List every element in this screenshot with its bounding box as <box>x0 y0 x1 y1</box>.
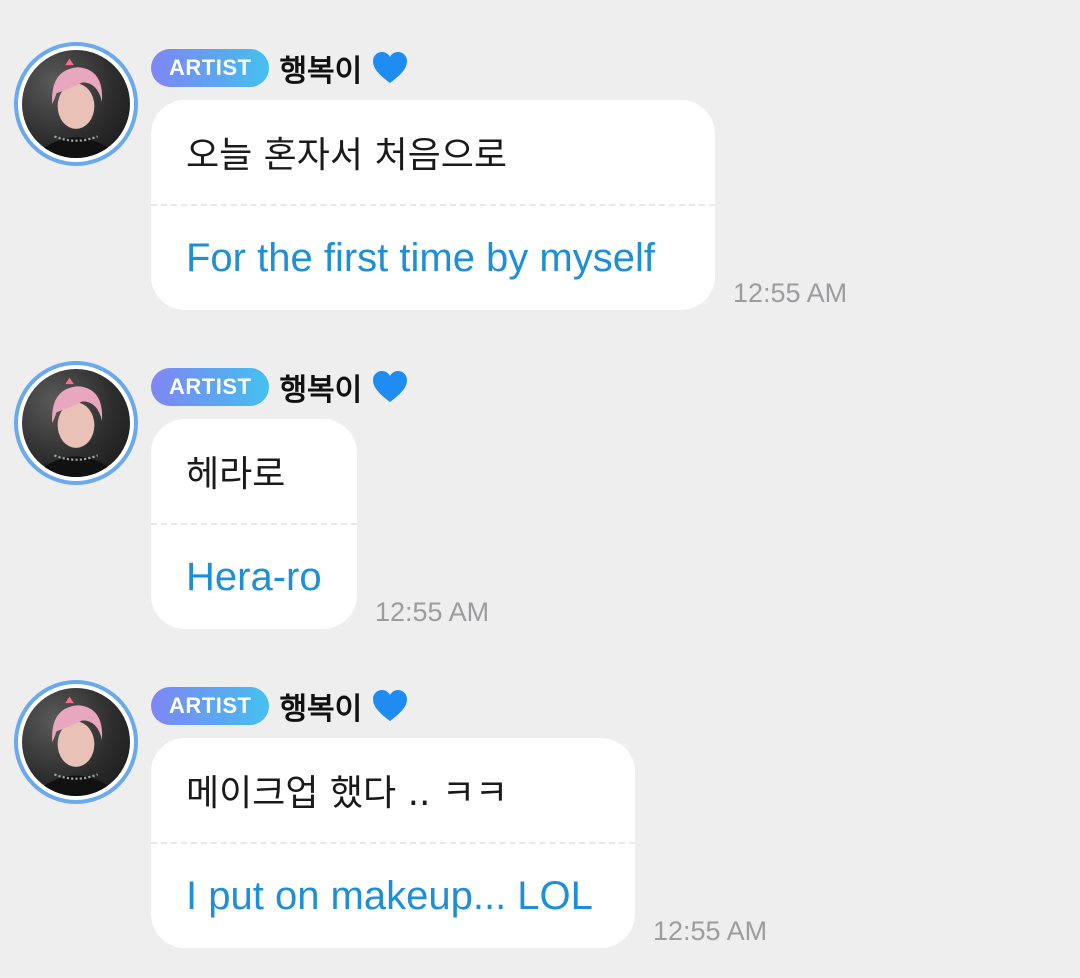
original-text: 메이크업 했다 .. ㅋㅋ <box>186 773 509 814</box>
timestamp: 12:55 AM <box>733 278 848 308</box>
message-bubble[interactable]: 메이크업 했다 .. ㅋㅋ I put on makeup... LOL <box>151 738 635 948</box>
chat-message: ARTIST 행복이 메이크업 했다 .. ㅋㅋ I put on makeup… <box>0 680 1080 950</box>
blue-heart-icon <box>373 690 408 721</box>
message-bubble[interactable]: 오늘 혼자서 처음으로 For the first time by myself <box>151 100 715 310</box>
message-header: ARTIST 행복이 <box>151 684 410 728</box>
avatar[interactable] <box>14 680 138 804</box>
timestamp: 12:55 AM <box>653 916 768 946</box>
original-text: 헤라로 <box>186 454 286 495</box>
artist-badge: ARTIST <box>151 49 270 87</box>
profile-photo <box>22 369 130 477</box>
timestamp: 12:55 AM <box>375 597 490 627</box>
sender-name[interactable]: 행복이 <box>279 684 362 728</box>
profile-photo <box>22 688 130 796</box>
translated-text: I put on makeup... LOL <box>186 873 593 918</box>
original-text: 오늘 혼자서 처음으로 <box>186 135 507 176</box>
avatar[interactable] <box>14 361 138 485</box>
message-header: ARTIST 행복이 <box>151 365 410 409</box>
sender-name[interactable]: 행복이 <box>279 46 362 90</box>
avatar[interactable] <box>14 42 138 166</box>
profile-photo <box>22 50 130 158</box>
message-header: ARTIST 행복이 <box>151 46 410 90</box>
blue-heart-icon <box>373 52 408 83</box>
artist-badge: ARTIST <box>151 368 270 406</box>
blue-heart-icon <box>373 371 408 402</box>
translated-text: For the first time by myself <box>186 235 655 280</box>
sender-name[interactable]: 행복이 <box>279 365 362 409</box>
artist-badge: ARTIST <box>151 687 270 725</box>
chat-message: ARTIST 행복이 오늘 혼자서 처음으로 For the first tim… <box>0 42 1080 312</box>
message-bubble[interactable]: 헤라로 Hera-ro <box>151 419 357 629</box>
translated-text: Hera-ro <box>186 554 322 599</box>
chat-message: ARTIST 행복이 헤라로 Hera-ro 12:55 AM <box>0 361 1080 631</box>
